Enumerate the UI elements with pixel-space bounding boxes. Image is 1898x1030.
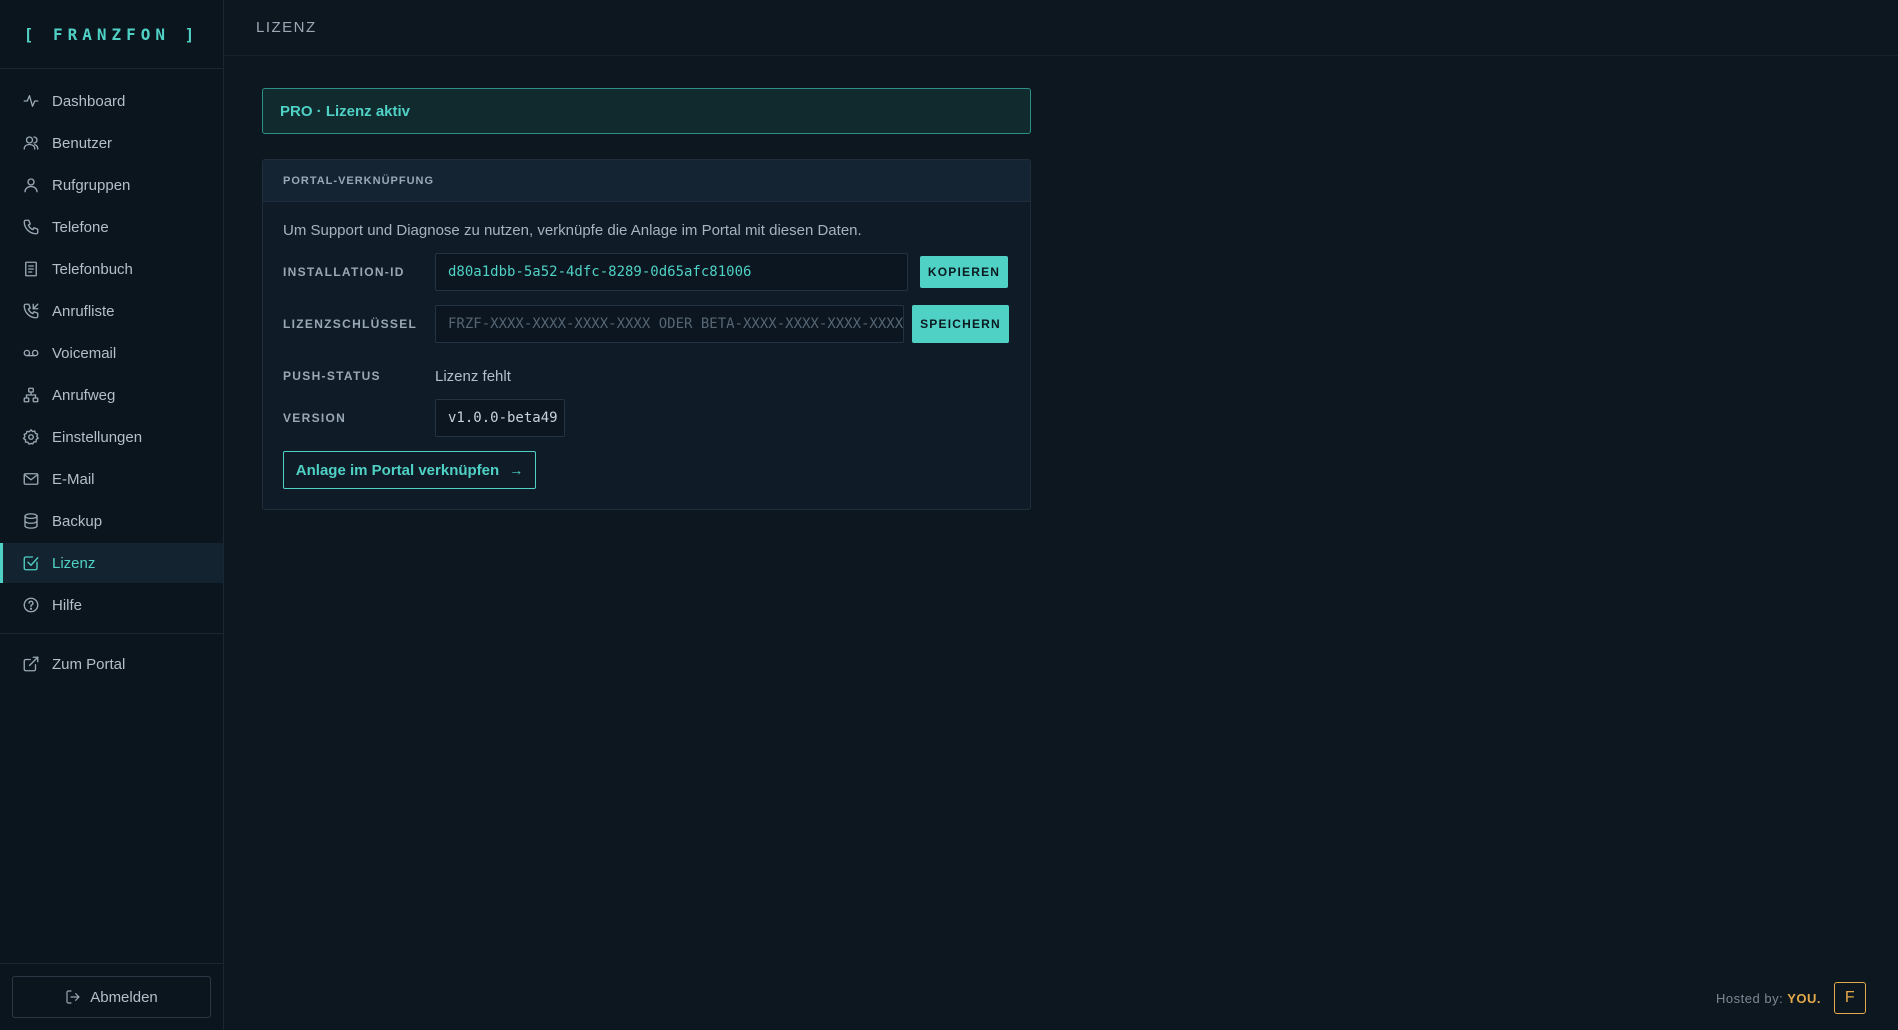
sidebar-item-label: Einstellungen bbox=[52, 428, 143, 446]
logout-button[interactable]: Abmelden bbox=[12, 976, 211, 1018]
activity-icon bbox=[22, 92, 40, 110]
phone-incoming-icon bbox=[22, 302, 40, 320]
sidebar-item-label: Voicemail bbox=[52, 344, 117, 362]
sidebar-item-rufgruppen[interactable]: Rufgruppen bbox=[0, 165, 223, 205]
sidebar-item-anrufliste[interactable]: Anrufliste bbox=[0, 291, 223, 331]
sidebar-item-dashboard[interactable]: Dashboard bbox=[0, 81, 223, 121]
phone-icon bbox=[22, 218, 40, 236]
sidebar-item-hilfe[interactable]: Hilfe bbox=[0, 585, 223, 625]
sidebar-footer: Abmelden bbox=[0, 963, 223, 1030]
sidebar-item-lizenz[interactable]: Lizenz bbox=[0, 543, 223, 583]
sidebar-item-voicemail[interactable]: Voicemail bbox=[0, 333, 223, 373]
card-title: PORTAL-VERKNÜPFUNG bbox=[283, 174, 435, 187]
sidebar-item-portal[interactable]: Zum Portal bbox=[0, 644, 223, 684]
mail-icon bbox=[22, 470, 40, 488]
installation-id-label: INSTALLATION-ID bbox=[283, 265, 405, 279]
logout-label: Abmelden bbox=[90, 988, 158, 1006]
database-icon bbox=[22, 512, 40, 530]
sidebar-item-label: E-Mail bbox=[52, 470, 95, 488]
sidebar-item-einstellungen[interactable]: Einstellungen bbox=[0, 417, 223, 457]
link-portal-button[interactable]: Anlage im Portal verknüpfen → bbox=[283, 451, 536, 489]
push-status-value: Lizenz fehlt bbox=[435, 368, 511, 385]
gear-icon bbox=[22, 428, 40, 446]
external-link-icon bbox=[22, 655, 40, 673]
book-icon bbox=[22, 260, 40, 278]
page-header: LIZENZ bbox=[224, 0, 1898, 56]
sidebar-item-label: Lizenz bbox=[52, 554, 96, 572]
intro-text: Um Support und Diagnose zu nutzen, verkn… bbox=[283, 222, 862, 239]
card-body: Um Support und Diagnose zu nutzen, verkn… bbox=[263, 202, 1030, 509]
save-button[interactable]: SPEICHERN bbox=[912, 305, 1009, 343]
sidebar-item-label: Anrufweg bbox=[52, 386, 116, 404]
user-icon bbox=[22, 134, 40, 152]
hosted-by-footer: Hosted by: YOU. F bbox=[1716, 982, 1866, 1014]
hosted-by-label: Hosted by: bbox=[1716, 990, 1784, 1006]
sidebar-nav: Dashboard Benutzer Rufgruppen Telefone T… bbox=[0, 69, 223, 686]
sidebar-item-label: Backup bbox=[52, 512, 103, 530]
page-title: LIZENZ bbox=[256, 19, 317, 36]
push-status-row: PUSH-STATUS Lizenz fehlt bbox=[283, 357, 1010, 385]
version-row: VERSION v1.0.0-beta49 bbox=[283, 399, 1010, 437]
license-key-row: LIZENZSCHLÜSSEL SPEICHERN bbox=[283, 305, 1010, 343]
license-status-text: PRO · Lizenz aktiv bbox=[280, 102, 411, 120]
license-status-banner: PRO · Lizenz aktiv bbox=[262, 88, 1031, 134]
check-square-icon bbox=[22, 554, 40, 572]
page-content: PRO · Lizenz aktiv PORTAL-VERKNÜPFUNG Um… bbox=[224, 56, 1898, 542]
help-icon bbox=[22, 596, 40, 614]
license-key-label: LIZENZSCHLÜSSEL bbox=[283, 317, 418, 331]
sidebar-divider bbox=[0, 633, 223, 634]
arrow-right-icon: → bbox=[509, 462, 524, 478]
sidebar: [ FRANZFON ] Dashboard Benutzer Rufgrupp… bbox=[0, 0, 224, 1030]
copy-button[interactable]: KOPIEREN bbox=[920, 256, 1008, 288]
sidebar-item-label: Telefone bbox=[52, 218, 109, 236]
sidebar-item-email[interactable]: E-Mail bbox=[0, 459, 223, 499]
main-area: LIZENZ PRO · Lizenz aktiv PORTAL-VERKNÜP… bbox=[224, 0, 1898, 1030]
push-status-label: PUSH-STATUS bbox=[283, 369, 381, 383]
license-key-input[interactable] bbox=[435, 305, 904, 343]
voicemail-icon bbox=[22, 344, 40, 362]
link-portal-label: Anlage im Portal verknüpfen bbox=[295, 461, 500, 479]
sidebar-item-anrufweg[interactable]: Anrufweg bbox=[0, 375, 223, 415]
brand-logo: [ FRANZFON ] bbox=[0, 0, 223, 69]
logout-icon bbox=[65, 989, 81, 1005]
sidebar-item-label: Zum Portal bbox=[52, 655, 126, 673]
version-label: VERSION bbox=[283, 411, 347, 425]
sidebar-item-label: Dashboard bbox=[52, 92, 126, 110]
network-icon bbox=[22, 386, 40, 404]
portal-link-card: PORTAL-VERKNÜPFUNG Um Support und Diagno… bbox=[262, 159, 1031, 510]
installation-id-field[interactable]: d80a1dbb-5a52-4dfc-8289-0d65afc81006 bbox=[435, 253, 908, 291]
sidebar-item-label: Telefonbuch bbox=[52, 260, 133, 278]
app: [ FRANZFON ] Dashboard Benutzer Rufgrupp… bbox=[0, 0, 1898, 1030]
host-name: YOU. bbox=[1787, 990, 1821, 1006]
sidebar-item-telefone[interactable]: Telefone bbox=[0, 207, 223, 247]
sidebar-item-label: Benutzer bbox=[52, 134, 113, 152]
avatar[interactable]: F bbox=[1834, 982, 1866, 1014]
sidebar-item-telefonbuch[interactable]: Telefonbuch bbox=[0, 249, 223, 289]
card-header: PORTAL-VERKNÜPFUNG bbox=[263, 160, 1030, 202]
sidebar-item-backup[interactable]: Backup bbox=[0, 501, 223, 541]
sidebar-item-label: Hilfe bbox=[52, 596, 83, 614]
users-icon bbox=[22, 176, 40, 194]
installation-id-row: INSTALLATION-ID d80a1dbb-5a52-4dfc-8289-… bbox=[283, 253, 1010, 291]
sidebar-item-label: Rufgruppen bbox=[52, 176, 131, 194]
version-value: v1.0.0-beta49 bbox=[435, 399, 565, 437]
sidebar-item-benutzer[interactable]: Benutzer bbox=[0, 123, 223, 163]
sidebar-item-label: Anrufliste bbox=[52, 302, 115, 320]
